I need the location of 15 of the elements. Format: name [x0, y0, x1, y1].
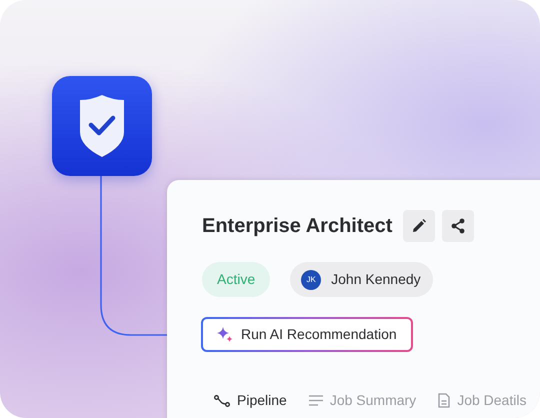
ai-recommendation-button[interactable]: Run AI Recommendation: [201, 317, 413, 352]
status-badge: Active: [202, 262, 270, 297]
sparkle-icon: [217, 326, 233, 342]
document-icon: [438, 393, 450, 408]
share-icon: [451, 218, 466, 234]
owner-avatar: JK: [301, 270, 322, 290]
shield-check-icon: [77, 94, 127, 158]
lines-icon: [308, 395, 323, 406]
route-icon: [214, 394, 230, 406]
owner-name: John Kennedy: [331, 270, 421, 289]
job-title: Enterprise Architect: [202, 214, 392, 238]
edit-button[interactable]: [403, 210, 436, 242]
pencil-icon: [412, 219, 426, 233]
share-button[interactable]: [442, 210, 474, 242]
tab[interactable]: Pipeline: [214, 390, 287, 411]
